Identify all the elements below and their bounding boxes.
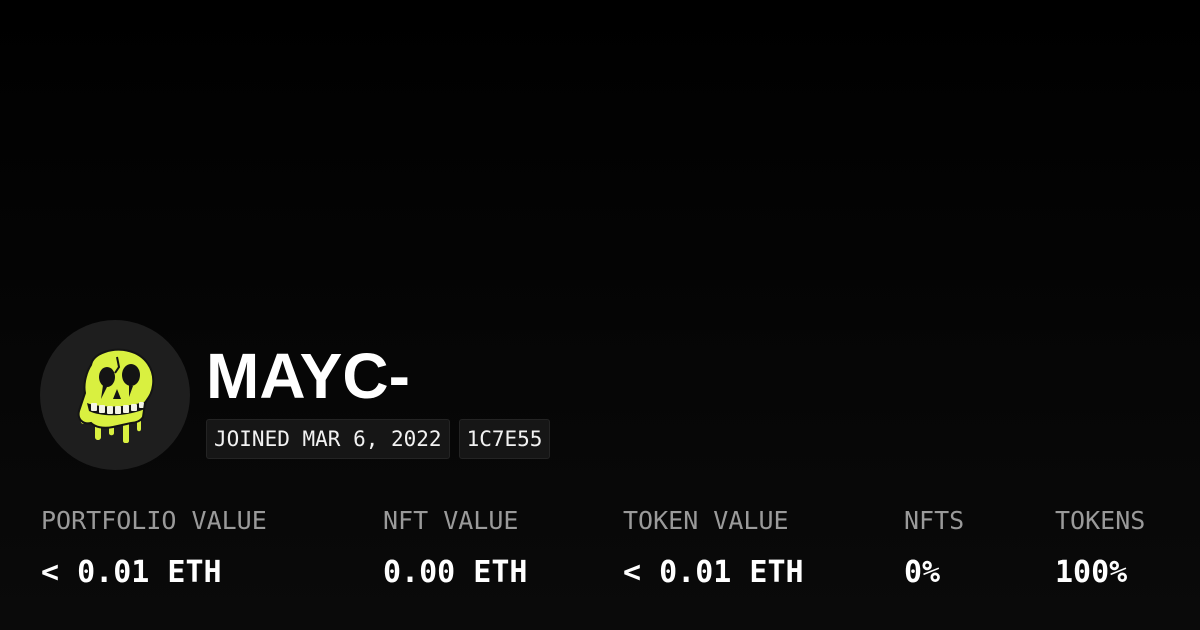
- profile-tags: JOINED MAR 6, 2022 1C7E55: [206, 419, 551, 459]
- stat-value: 100%: [1055, 555, 1128, 590]
- stat-label: TOKEN VALUE: [623, 506, 789, 535]
- stat-value: < 0.01 ETH: [623, 555, 804, 590]
- profile-name: MAYC-: [206, 340, 410, 412]
- profile-avatar: [40, 320, 190, 470]
- stat-token-value: TOKEN VALUE < 0.01 ETH: [623, 503, 804, 593]
- stat-label: TOKENS: [1055, 506, 1146, 535]
- stat-value: 0.00 ETH: [383, 555, 528, 590]
- stat-value: < 0.01 ETH: [41, 555, 222, 590]
- mutant-ape-skull-icon: [77, 348, 155, 443]
- stat-label: NFTS: [904, 506, 965, 535]
- stat-portfolio-value: PORTFOLIO VALUE < 0.01 ETH: [41, 503, 267, 593]
- wallet-address-badge: 1C7E55: [458, 419, 551, 459]
- stat-nft-value: NFT VALUE 0.00 ETH: [383, 503, 528, 593]
- stat-value: 0%: [904, 555, 941, 590]
- joined-date-badge: JOINED MAR 6, 2022: [206, 419, 450, 459]
- stat-tokens-percent: TOKENS 100%: [1055, 503, 1145, 593]
- stat-label: NFT VALUE: [383, 506, 519, 535]
- stat-label: PORTFOLIO VALUE: [41, 506, 267, 535]
- stat-nfts-percent: NFTS 0%: [904, 503, 964, 593]
